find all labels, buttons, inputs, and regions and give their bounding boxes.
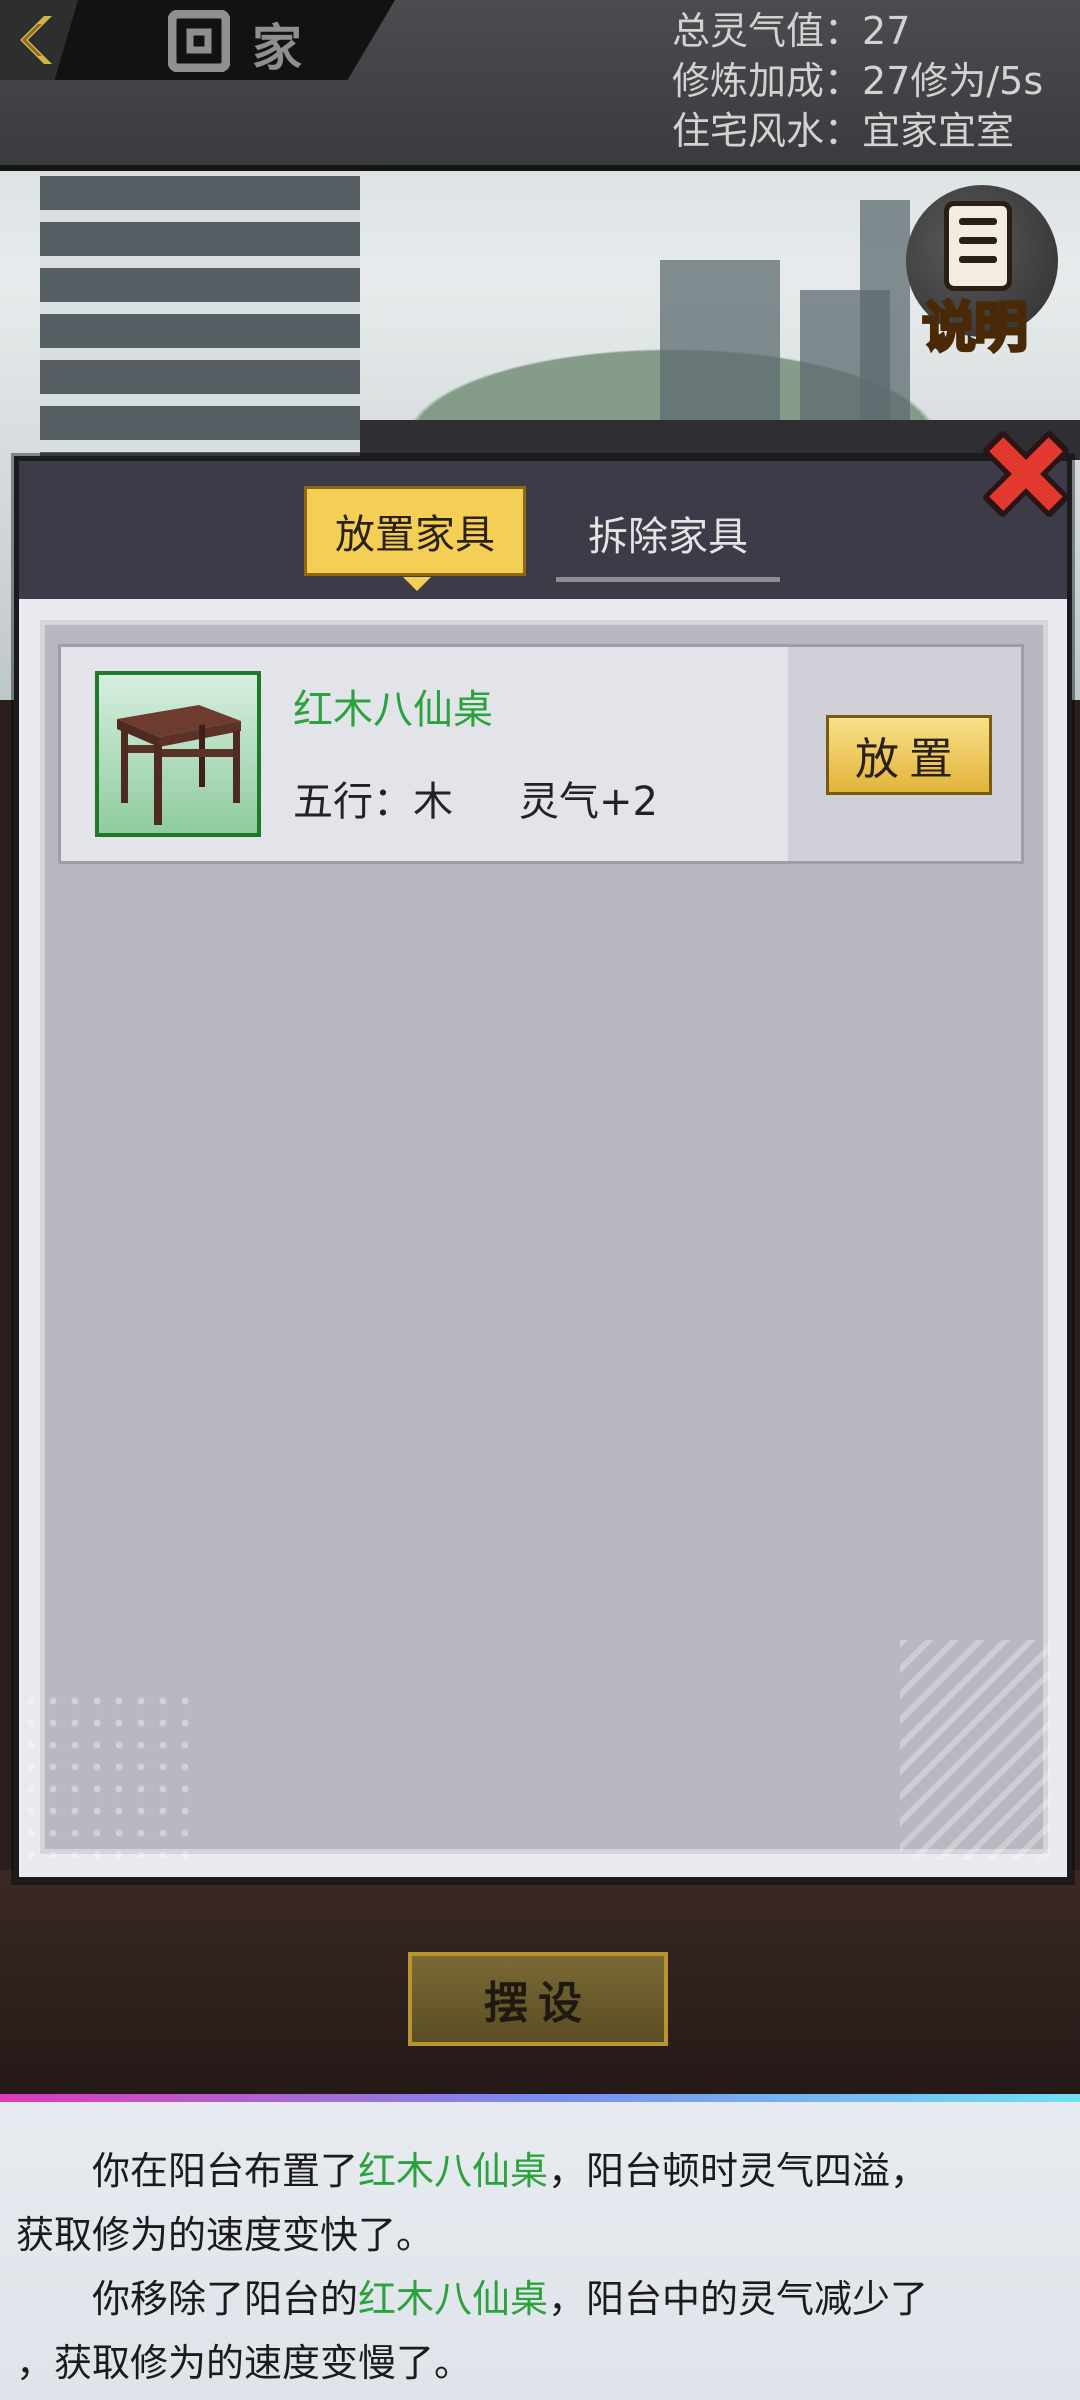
log-text: ，获取修为的速度变慢了。 bbox=[16, 2341, 473, 2385]
tab-remove-furniture[interactable]: 拆除家具 bbox=[556, 488, 780, 582]
back-arrow-icon bbox=[20, 16, 52, 64]
log-line: ，获取修为的速度变慢了。 bbox=[16, 2332, 472, 2387]
stat-value: 27 bbox=[862, 9, 911, 53]
place-button[interactable]: 放置 bbox=[826, 715, 992, 795]
tab-place-furniture[interactable]: 放置家具 bbox=[304, 486, 526, 591]
top-bar: 家 总灵气值：27 修炼加成：27修为/5s 住宅风水：宜家宜室 bbox=[0, 0, 1080, 171]
stat-cultivation-bonus: 修炼加成：27修为/5s bbox=[672, 56, 1043, 106]
arrange-button[interactable]: 摆设 bbox=[408, 1952, 668, 2046]
close-icon bbox=[983, 431, 1069, 517]
log-text: ，阳台顿时灵气四溢， bbox=[548, 2149, 929, 2193]
dialog-header bbox=[19, 461, 1067, 599]
stat-label: 修炼加成： bbox=[672, 59, 863, 103]
stat-value: 宜家宜室 bbox=[862, 109, 1015, 153]
explain-button[interactable]: 说明 bbox=[900, 185, 1060, 361]
table-icon bbox=[117, 705, 241, 825]
close-button[interactable] bbox=[976, 412, 1076, 536]
log-highlight: 红木八仙桌 bbox=[358, 2277, 549, 2321]
stat-label: 住宅风水： bbox=[672, 109, 863, 153]
log-highlight: 红木八仙桌 bbox=[358, 2149, 549, 2193]
item-action-area: 放置 bbox=[788, 647, 1021, 861]
list-item: 红木八仙桌 五行：木 灵气+2 放置 bbox=[58, 644, 1024, 864]
log-text: 你在阳台布置了 bbox=[16, 2149, 359, 2193]
explain-label: 说明 bbox=[921, 295, 1030, 361]
log-border bbox=[0, 2094, 1080, 2102]
stat-label: 总灵气值： bbox=[672, 9, 863, 53]
log-line: 你在阳台布置了红木八仙桌，阳台顿时灵气四溢， bbox=[16, 2140, 928, 2195]
item-info: 红木八仙桌 五行：木 灵气+2 bbox=[61, 647, 788, 861]
item-name: 红木八仙桌 bbox=[293, 687, 493, 733]
log-text: ，阳台中的灵气减少了 bbox=[548, 2277, 929, 2321]
log-text: 你移除了阳台的 bbox=[16, 2277, 359, 2321]
stat-value: 27修为/5s bbox=[862, 59, 1044, 103]
decorative-pattern bbox=[900, 1640, 1050, 1860]
stat-fengshui: 住宅风水：宜家宜室 bbox=[672, 106, 1043, 156]
log-line: 你移除了阳台的红木八仙桌，阳台中的灵气减少了 bbox=[16, 2268, 928, 2323]
document-icon bbox=[944, 201, 1012, 291]
log-text: 获取修为的速度变快了。 bbox=[16, 2213, 435, 2257]
stat-total-qi: 总灵气值：27 bbox=[672, 6, 1043, 56]
log-line: 获取修为的速度变快了。 bbox=[16, 2204, 434, 2259]
balcony-railing bbox=[360, 420, 1080, 460]
item-element: 五行：木 bbox=[293, 779, 453, 825]
decorative-pattern bbox=[20, 1690, 200, 1870]
stats-panel: 总灵气值：27 修炼加成：27修为/5s 住宅风水：宜家宜室 bbox=[672, 6, 1043, 156]
home-icon bbox=[168, 10, 230, 72]
item-thumbnail bbox=[95, 671, 261, 837]
page-title: 家 bbox=[252, 19, 306, 77]
item-qi: 灵气+2 bbox=[519, 779, 658, 825]
